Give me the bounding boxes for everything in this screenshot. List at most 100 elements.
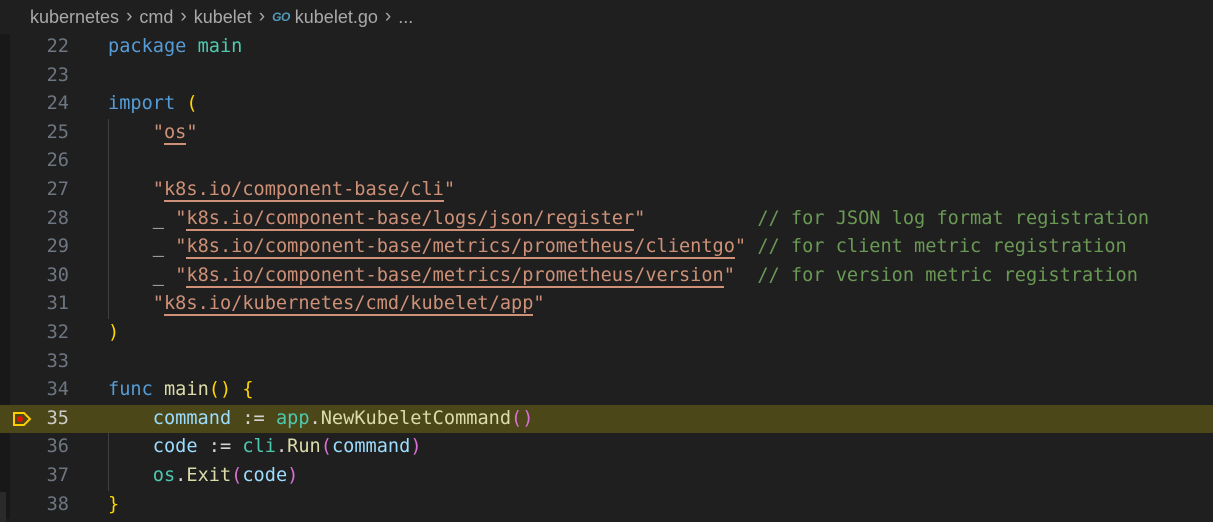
code-token: . <box>275 436 288 458</box>
line-number: 26 <box>46 150 69 172</box>
code-line[interactable]: 22 package main <box>0 33 1213 62</box>
code-token: ) <box>287 464 299 486</box>
code-token: () <box>511 407 534 429</box>
line-number: 38 <box>46 493 69 515</box>
breadcrumb-item-more[interactable]: ... <box>398 7 413 28</box>
code-text: ) <box>108 319 119 348</box>
line-number: 24 <box>46 93 69 115</box>
code-token: := <box>197 436 243 458</box>
code-token: "os" <box>152 121 198 145</box>
code-token: . <box>175 464 187 486</box>
line-number: 30 <box>46 264 69 286</box>
line-number: 22 <box>46 36 69 57</box>
code-text: } <box>108 491 119 520</box>
line-number: 25 <box>46 121 69 143</box>
code-text: _ "k8s.io/component-base/metrics/prometh… <box>108 233 1127 262</box>
code-token: command <box>331 436 411 458</box>
code-token: // for version metric registration <box>757 264 1138 286</box>
code-text: "k8s.io/component-base/cli" <box>108 176 455 205</box>
code-line[interactable]: 28 _ "k8s.io/component-base/logs/json/re… <box>0 205 1213 234</box>
line-number: 34 <box>46 379 69 401</box>
breadcrumb-item-cmd[interactable]: cmd <box>139 7 173 28</box>
line-number: 35 <box>46 407 69 429</box>
code-token: ( <box>186 93 198 115</box>
breadcrumb-item-kubernetes[interactable]: kubernetes <box>30 7 119 28</box>
code-token: command <box>152 407 232 429</box>
code-text: import ( <box>108 90 198 119</box>
code-token: () <box>208 379 232 401</box>
code-token: Exit <box>186 464 232 486</box>
code-line[interactable]: 27 "k8s.io/component-base/cli" <box>0 176 1213 205</box>
code-line[interactable]: 38} <box>0 491 1213 520</box>
code-line[interactable]: 25 "os" <box>0 119 1213 148</box>
go-file-icon: GO <box>272 10 290 24</box>
code-token: func <box>108 379 153 401</box>
chevron-right-icon: › <box>126 6 133 27</box>
line-number: 32 <box>46 321 69 343</box>
code-line[interactable]: 24 import ( <box>0 90 1213 119</box>
code-token: ) <box>410 436 422 458</box>
code-token: "k8s.io/component-base/logs/json/registe… <box>175 207 646 231</box>
code-token: main <box>163 379 209 401</box>
code-text: _ "k8s.io/component-base/metrics/prometh… <box>108 262 1138 291</box>
code-token: // for client metric registration <box>757 236 1127 258</box>
code-token: app <box>275 407 310 429</box>
code-editor[interactable]: 22 package main 23 24 import (25 "os" 26 27 "k… <box>0 33 1213 519</box>
code-line[interactable]: 35 command := app.NewKubeletCommand() <box>0 404 1213 434</box>
breadcrumb: kubernetes › cmd › kubelet › GO kubelet.… <box>0 0 1213 34</box>
code-line[interactable]: 36 code := cli.Run(command) <box>0 433 1213 462</box>
code-token: import <box>108 93 176 115</box>
code-token: { <box>242 379 254 401</box>
code-token: "k8s.io/kubernetes/cmd/kubelet/app" <box>152 293 545 317</box>
code-token: ) <box>108 321 120 343</box>
code-token: } <box>108 493 120 515</box>
code-token: Run <box>287 436 321 458</box>
code-text: command := app.NewKubeletCommand() <box>108 405 534 434</box>
code-token: main <box>197 36 243 57</box>
code-token: "k8s.io/component-base/metrics/prometheu… <box>175 264 735 288</box>
code-text: os.Exit(code) <box>108 462 299 491</box>
code-line[interactable]: 26 <box>0 147 1213 176</box>
code-line[interactable]: 33 <box>0 348 1213 377</box>
code-line[interactable]: 30 _ "k8s.io/component-base/metrics/prom… <box>0 262 1213 291</box>
line-number: 37 <box>46 464 69 486</box>
code-token: _ <box>152 207 164 229</box>
code-line[interactable]: 29 _ "k8s.io/component-base/metrics/prom… <box>0 233 1213 262</box>
code-token: . <box>309 407 321 429</box>
indent-guide <box>108 433 109 491</box>
breadcrumb-item-file[interactable]: kubelet.go <box>295 7 378 28</box>
code-token: code <box>242 464 288 486</box>
code-line[interactable]: 23 <box>0 62 1213 91</box>
code-token: code <box>152 436 198 458</box>
code-token: _ <box>152 236 164 258</box>
code-token: // for JSON log format registration <box>757 207 1150 229</box>
line-number: 36 <box>46 436 69 458</box>
code-line[interactable]: 37 os.Exit(code) <box>0 462 1213 491</box>
code-token: package <box>108 36 187 57</box>
line-number: 28 <box>46 207 69 229</box>
code-text: code := cli.Run(command) <box>108 433 422 462</box>
code-token: := <box>231 407 276 429</box>
code-line[interactable]: 34 func main() { <box>0 376 1213 405</box>
chevron-right-icon: › <box>180 6 187 27</box>
code-text: _ "k8s.io/component-base/logs/json/regis… <box>108 205 1149 234</box>
breadcrumb-item-kubelet[interactable]: kubelet <box>194 7 252 28</box>
code-token: "k8s.io/component-base/cli" <box>152 178 456 202</box>
code-line[interactable]: 32) <box>0 319 1213 348</box>
chevron-right-icon: › <box>258 6 266 27</box>
code-line[interactable]: 31 "k8s.io/kubernetes/cmd/kubelet/app" <box>0 290 1213 319</box>
